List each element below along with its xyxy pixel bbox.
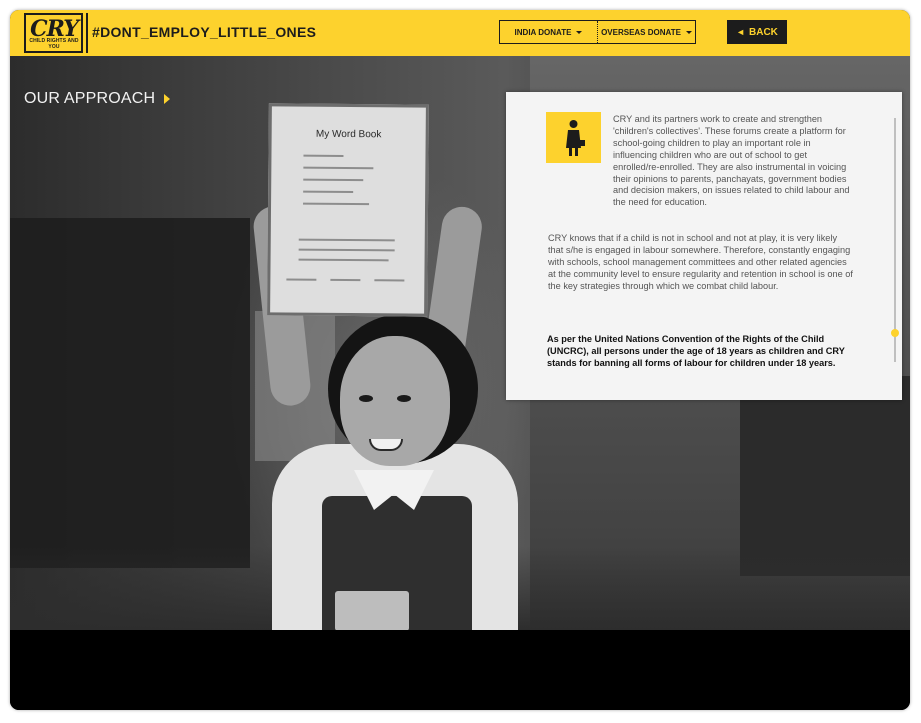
back-button[interactable]: ◄ BACK xyxy=(727,20,787,44)
india-donate-button[interactable]: INDIA DONATE xyxy=(500,21,597,43)
book-line xyxy=(298,248,395,252)
approach-paragraph-2: CRY knows that if a child is not in scho… xyxy=(548,233,853,291)
campaign-hashtag: #DONT_EMPLOY_LITTLE_ONES xyxy=(92,24,317,40)
caret-down-icon xyxy=(576,30,583,34)
donate-menu: INDIA DONATE OVERSEAS DONATE xyxy=(499,20,696,44)
photo-blackboard xyxy=(10,218,250,568)
panel-scrollbar[interactable] xyxy=(894,118,896,362)
approach-paragraph-3: As per the United Nations Convention of … xyxy=(547,334,845,368)
photo-badge xyxy=(335,591,409,630)
back-label: BACK xyxy=(749,26,778,38)
book-line xyxy=(303,154,344,157)
book-line xyxy=(374,279,405,282)
book-title: My Word Book xyxy=(315,128,382,141)
photo-eye-right xyxy=(397,395,411,402)
bottom-bar xyxy=(10,630,910,710)
approach-paragraph-1: CRY and its partners work to create and … xyxy=(613,114,850,208)
book-line xyxy=(298,238,395,242)
logo-subtitle: CHILD RIGHTS AND YOU xyxy=(29,38,79,50)
book-line xyxy=(286,278,317,281)
overseas-donate-button[interactable]: OVERSEAS DONATE xyxy=(597,21,695,43)
book-line xyxy=(303,166,374,170)
book-line xyxy=(303,190,354,194)
india-donate-label: INDIA DONATE xyxy=(514,27,572,37)
logo-divider xyxy=(86,13,88,53)
section-title-text: OUR APPROACH xyxy=(24,90,156,107)
photo-eye-left xyxy=(359,395,373,402)
app-window: CRY CHILD RIGHTS AND YOU #DONT_EMPLOY_LI… xyxy=(10,10,910,710)
arrow-left-icon: ◄ xyxy=(736,27,746,37)
top-header: CRY CHILD RIGHTS AND YOU #DONT_EMPLOY_LI… xyxy=(10,10,910,56)
book-line xyxy=(303,178,364,182)
girl-student-icon xyxy=(546,112,601,163)
approach-panel: CRY and its partners work to create and … xyxy=(506,92,902,400)
overseas-donate-label: OVERSEAS DONATE xyxy=(601,27,681,37)
caret-down-icon xyxy=(685,30,692,34)
book-line xyxy=(303,202,370,206)
panel-scroll-thumb[interactable] xyxy=(891,328,899,337)
arrow-right-icon xyxy=(164,94,171,104)
girl-student-svg xyxy=(566,120,585,156)
book-line xyxy=(330,278,361,282)
photo-book: My Word Book xyxy=(267,103,429,317)
cry-logo[interactable]: CRY CHILD RIGHTS AND YOU xyxy=(24,13,83,53)
book-line xyxy=(298,258,389,262)
section-title: OUR APPROACH xyxy=(24,90,171,108)
